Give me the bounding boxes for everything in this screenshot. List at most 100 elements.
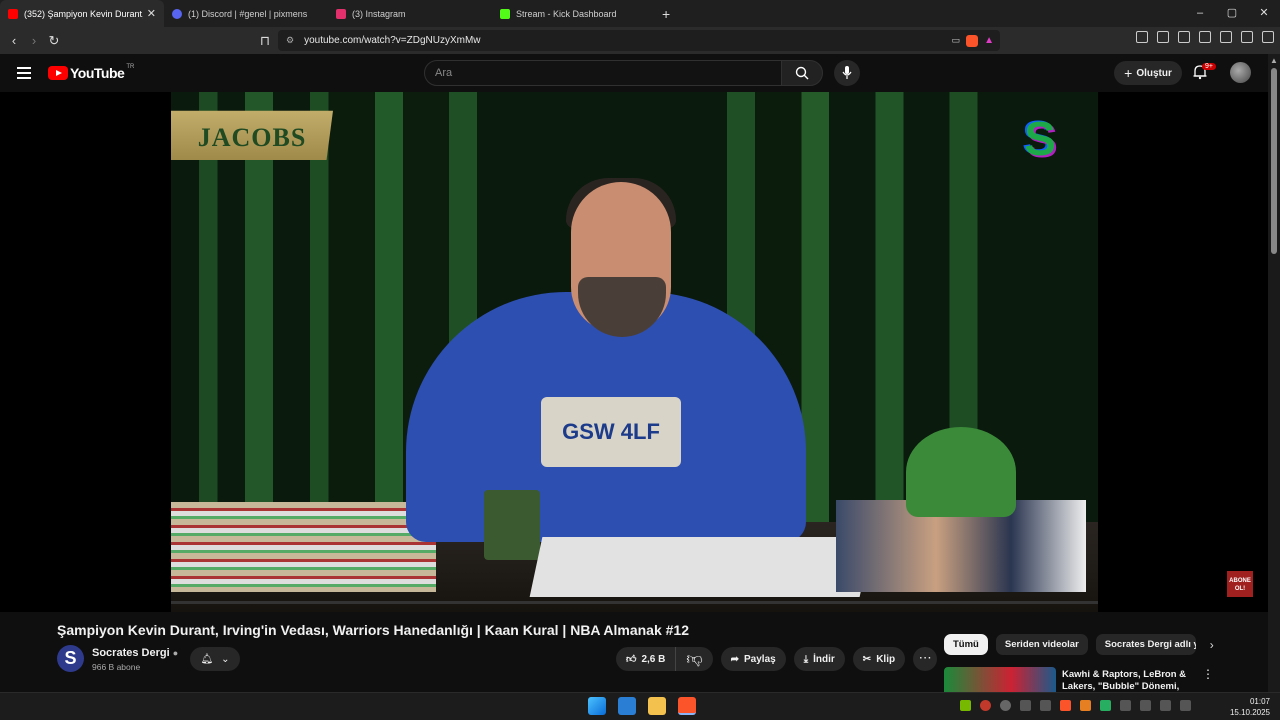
video-mug <box>484 490 540 560</box>
chevron-right-icon[interactable]: › <box>1210 638 1214 652</box>
discord-favicon-icon <box>172 8 182 19</box>
brave-shield-icon[interactable] <box>966 34 979 47</box>
brave-rewards-icon[interactable]: ▲ <box>984 35 994 46</box>
tray-battery-icon[interactable] <box>1180 700 1191 711</box>
tab-kick[interactable]: Stream - Kick Dashboard <box>492 0 656 27</box>
like-dislike-group: 👍︎ 2,6 B 👎︎ <box>616 647 713 671</box>
tray-app-icon[interactable] <box>1040 700 1051 711</box>
clock-date: 15.10.2025 <box>1229 708 1270 717</box>
tab-youtube[interactable]: (352) Şampiyon Kevin Durant, Irving'in V… <box>0 0 164 27</box>
close-window-button[interactable]: ✕ <box>1248 0 1280 27</box>
download-button[interactable]: ⤓ İndir <box>793 647 845 671</box>
back-icon[interactable]: ‹ <box>4 33 24 48</box>
windows-start-icon[interactable] <box>588 697 606 715</box>
youtube-play-icon <box>48 66 68 80</box>
create-button[interactable]: + Oluştur <box>1114 61 1182 85</box>
search-input[interactable]: Ara <box>424 60 782 86</box>
chip-all[interactable]: Tümü <box>944 634 988 655</box>
channel-name[interactable]: Socrates Dergi ● <box>92 647 178 659</box>
video-host <box>406 178 806 542</box>
video-player[interactable]: GSW 4LF JACOBS S ABONE OL! <box>0 92 1268 612</box>
like-count: 2,6 B <box>641 653 666 665</box>
tab-title: (3) Instagram <box>352 8 406 19</box>
like-button[interactable]: 👍︎ 2,6 B <box>616 647 677 671</box>
tab-instagram[interactable]: (3) Instagram <box>328 0 492 27</box>
subscriber-count: 966 B abone <box>92 662 141 672</box>
brave-browser-icon[interactable] <box>678 697 696 715</box>
scrollbar-thumb[interactable] <box>1271 68 1277 254</box>
wallet-icon[interactable] <box>1199 31 1211 43</box>
scissors-icon: ✂ <box>862 653 872 665</box>
tray-orange-icon[interactable] <box>1080 700 1091 711</box>
share-icon: ➦ <box>730 653 739 665</box>
leo-ai-icon[interactable] <box>1220 31 1232 43</box>
sponsor-text: JACOBS <box>197 123 307 152</box>
music-icon[interactable] <box>1157 31 1169 43</box>
cast-icon[interactable]: ▭ <box>952 35 961 46</box>
hamburger-menu-icon[interactable] <box>17 67 31 82</box>
account-avatar[interactable] <box>1230 62 1251 83</box>
page-scrollbar[interactable]: ▲ <box>1268 54 1280 694</box>
system-tray <box>960 700 1191 711</box>
recommended-thumbnail <box>944 667 1056 692</box>
channel-avatar[interactable]: S <box>57 645 84 672</box>
maximize-button[interactable]: ▢ <box>1216 0 1248 27</box>
chip-channel[interactable]: Socrates Dergi adlı yü <box>1095 634 1196 655</box>
new-tab-button[interactable]: + <box>662 6 670 22</box>
vpn-icon[interactable] <box>1241 31 1253 43</box>
subscription-bell-button[interactable]: 🔔︎ ⌄ <box>190 647 240 671</box>
tray-record-icon[interactable] <box>980 700 991 711</box>
reload-icon[interactable]: ↻ <box>44 33 64 49</box>
menu-icon[interactable] <box>1262 31 1274 43</box>
video-title: Şampiyon Kevin Durant, Irving'in Vedası,… <box>57 622 689 638</box>
taskbar-apps <box>588 697 696 715</box>
site-info-icon[interactable]: ⚙ <box>286 35 294 46</box>
kick-favicon-icon <box>500 8 510 19</box>
scroll-up-icon[interactable]: ▲ <box>1270 56 1278 65</box>
tray-brave-icon[interactable] <box>1060 700 1071 711</box>
tray-steam-icon[interactable] <box>1000 700 1011 711</box>
search-button[interactable] <box>781 60 823 86</box>
photos-app-icon[interactable] <box>618 697 636 715</box>
clip-button[interactable]: ✂ Klip <box>852 647 906 671</box>
tab-discord[interactable]: (1) Discord | #genel | pixmens <box>164 0 328 27</box>
search-icon <box>795 66 809 80</box>
kebab-menu-icon[interactable]: ⋮ <box>1202 667 1214 681</box>
video-progress-bar[interactable] <box>171 601 1098 604</box>
thumbs-down-icon: 👎︎ <box>686 650 703 668</box>
more-actions-button[interactable]: ⋯ <box>913 647 938 671</box>
clip-label: Klip <box>876 653 896 665</box>
chip-series[interactable]: Seriden videolar <box>995 634 1088 655</box>
url-field[interactable]: ⚙ youtube.com/watch?v=ZDgNUzyXmMw ▭ ▲ <box>278 30 1000 51</box>
file-explorer-icon[interactable] <box>648 697 666 715</box>
tray-mic-icon[interactable] <box>1120 700 1131 711</box>
thumbs-up-icon: 👍︎ <box>626 654 637 665</box>
tray-nvidia-icon[interactable] <box>960 700 971 711</box>
channel-name-text: Socrates Dergi <box>92 647 170 659</box>
bookmark-icon[interactable]: ⊓ <box>255 33 275 49</box>
forward-icon[interactable]: › <box>24 33 44 48</box>
notifications-badge: 9+ <box>1202 63 1216 70</box>
voice-search-button[interactable] <box>834 60 860 86</box>
youtube-favicon-icon <box>8 8 18 19</box>
nba-trophy <box>906 427 1016 517</box>
close-tab-icon[interactable]: ✕ <box>147 7 156 20</box>
recommendation-filter-chips: Tümü Seriden videolar Socrates Dergi adl… <box>944 634 1214 655</box>
tray-network-icon[interactable] <box>1140 700 1151 711</box>
system-clock[interactable]: 01:07 15.10.2025 <box>1230 696 1270 718</box>
channel-watermark: S <box>1024 113 1057 166</box>
tray-chevron-icon[interactable] <box>1020 700 1031 711</box>
create-label: Oluştur <box>1136 67 1172 79</box>
minimize-button[interactable]: – <box>1184 0 1216 27</box>
dislike-button[interactable]: 👎︎ <box>676 647 712 671</box>
tray-green-icon[interactable] <box>1100 700 1111 711</box>
subscribe-watermark[interactable]: ABONE OL! <box>1227 571 1253 597</box>
region-code: TR <box>126 64 135 70</box>
tray-volume-icon[interactable] <box>1160 700 1171 711</box>
recommended-video[interactable]: Kawhi & Raptors, LeBron & Lakers, "Bubbl… <box>944 667 1274 692</box>
screenshot-icon[interactable] <box>1136 31 1148 43</box>
youtube-logo[interactable]: YouTube TR <box>48 64 135 81</box>
sidebar-icon[interactable] <box>1178 31 1190 43</box>
share-button[interactable]: ➦ Paylaş <box>720 647 786 671</box>
video-actions: 👍︎ 2,6 B 👎︎ ➦ Paylaş ⤓ İndir ✂ Klip ⋯ <box>616 647 938 671</box>
